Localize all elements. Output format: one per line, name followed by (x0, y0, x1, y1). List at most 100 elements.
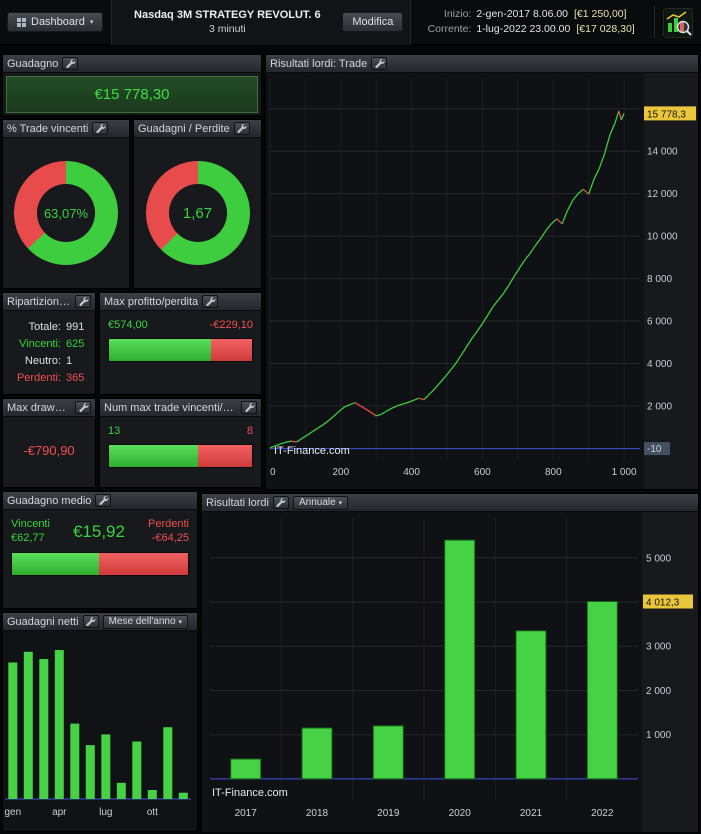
panel-ripartizione: Ripartizione ... Totale: 991 Vincenti: 625… (2, 292, 96, 395)
panel-risultati-lordi-trade: Risultati lordi: Trade 0 200 400 600 800 1 00… (265, 54, 699, 490)
svg-text:6 000: 6 000 (647, 317, 672, 328)
split-bar-green (109, 339, 212, 361)
wrench-icon[interactable] (371, 57, 388, 70)
max-consecutive-wins: 13 (108, 425, 121, 437)
wrench-icon[interactable] (92, 122, 109, 135)
avg-loss-value: -€64,25 (151, 532, 189, 544)
panel-guadagno: Guadagno €15 778,30 (2, 54, 262, 116)
donut-hole: 63,07% (37, 184, 95, 242)
strategy-title-col: Nasdaq 3M STRATEGY REVOLUT. 6 3 minuti (112, 8, 342, 36)
panel-title: Guadagni / Perdite (138, 122, 230, 135)
corrente-amount: [€17 028,30] (576, 23, 635, 35)
panel-risultati-lordi-annuale: Risultati lordi Annuale ▾ 2017 2018 2019 20… (201, 493, 699, 833)
svg-text:2021: 2021 (520, 808, 543, 819)
panel-equity-header: Risultati lordi: Trade (266, 55, 698, 73)
panel-title: Num max trade vincenti/p... (104, 401, 237, 414)
svg-text:2017: 2017 (235, 808, 258, 819)
split-bar-red (211, 339, 252, 361)
svg-text:ott: ott (147, 807, 158, 818)
strategy-timeframe: 3 minuti (208, 23, 246, 35)
dashboard-menu-button[interactable]: Dashboard ▾ (7, 12, 104, 32)
inizio-datetime: 2-gen-2017 8.06.00 (476, 8, 569, 20)
wrench-icon[interactable] (75, 295, 91, 308)
svg-text:600: 600 (474, 467, 491, 478)
svg-text:8 000: 8 000 (647, 274, 672, 285)
panel-annual-header: Risultati lordi Annuale ▾ (202, 494, 698, 512)
topbar: Dashboard ▾ Nasdaq 3M STRATEGY REVOLUT. … (0, 0, 701, 46)
wrench-icon[interactable] (272, 496, 289, 509)
svg-text:3 000: 3 000 (646, 642, 671, 653)
list-item: Totale: 991 (6, 319, 92, 336)
svg-text:IT-Finance.com: IT-Finance.com (212, 787, 288, 799)
wrench-icon[interactable] (82, 615, 99, 628)
panel-guadagni-perdite: Guadagni / Perdite 1,67 (133, 119, 262, 289)
win-rate-donut: 63,07% (14, 161, 118, 265)
max-consecutive-losses: 8 (246, 425, 253, 437)
row-label: Neutro: (24, 355, 61, 367)
equity-curve-chart[interactable]: 0 200 400 600 800 1 000 2 000 4 000 6 000 8 000 10… (266, 73, 698, 489)
panel-guadagno-header: Guadagno (3, 55, 261, 73)
panel-title: Guadagno medio (7, 494, 92, 507)
probacktest-chart-magnifier-icon[interactable] (663, 8, 693, 38)
split-bar-red (98, 553, 188, 575)
wrench-icon[interactable] (75, 401, 91, 414)
row-value: 1 (66, 355, 73, 367)
row-label: Vincenti: (19, 338, 61, 350)
avg-win-label: Vincenti (11, 518, 50, 530)
wrench-icon[interactable] (233, 122, 250, 135)
panel-pct-trade-vincenti: % Trade vincenti 63,07% (2, 119, 130, 289)
svg-text:lug: lug (99, 807, 112, 818)
row-label: Perdenti: (16, 372, 61, 384)
avg-win-block: Vincenti €62,77 (11, 517, 50, 545)
avg-win-value: €62,77 (11, 532, 45, 544)
row-label: Totale: (28, 321, 61, 333)
corrente-label: Corrente: (427, 23, 472, 35)
panel-ripartizione-header: Ripartizione ... (3, 293, 95, 311)
panel-ratio-header: Guadagni / Perdite (134, 120, 261, 138)
backtest-dashboard: Dashboard ▾ Nasdaq 3M STRATEGY REVOLUT. … (0, 0, 701, 834)
svg-text:1 000: 1 000 (612, 467, 637, 478)
win-rate-donut-wrap: 63,07% (3, 138, 129, 288)
svg-text:apr: apr (52, 807, 67, 818)
panel-pct-header: % Trade vincenti (3, 120, 129, 138)
monthly-net-gains-chart[interactable]: gen apr lug ott (3, 631, 197, 831)
annual-results-chart[interactable]: 2017 2018 2019 2020 2021 2022 1 000 2 000 3 000 5… (202, 512, 698, 832)
svg-text:400: 400 (403, 467, 420, 478)
dashboard-button-label: Dashboard (31, 16, 85, 28)
panel-nummax-header: Num max trade vincenti/p... (100, 399, 261, 417)
panel-title: Guadagni netti (7, 615, 79, 628)
win-rate-value: 63,07% (43, 205, 89, 221)
chevron-down-icon: ▾ (89, 19, 94, 26)
period-dropdown[interactable]: Mese dell'anno ▾ (102, 614, 189, 629)
svg-text:IT-Finance.com: IT-Finance.com (274, 445, 350, 457)
wrench-icon[interactable] (95, 494, 112, 507)
svg-text:2 000: 2 000 (647, 401, 672, 412)
strategy-title: Nasdaq 3M STRATEGY REVOLUT. 6 (134, 9, 321, 21)
donut-hole: 1,67 (168, 184, 227, 242)
panel-num-max-trade: Num max trade vincenti/p... 13 8 (99, 398, 262, 488)
panel-guadagni-netti: Guadagni netti Mese dell'anno ▾ gen apr lu… (2, 612, 198, 832)
svg-text:2018: 2018 (306, 808, 329, 819)
list-item: Neutro: 1 (6, 353, 92, 370)
svg-text:10 000: 10 000 (647, 232, 678, 243)
inizio-label: Inizio: (443, 8, 472, 20)
total-gain-box: €15 778,30 (6, 76, 258, 113)
avg-gain-value: €15,92 (72, 522, 125, 541)
wrench-icon[interactable] (62, 57, 79, 70)
svg-text:2 000: 2 000 (646, 686, 671, 697)
panel-title: Risultati lordi: Trade (270, 57, 368, 70)
wrench-icon[interactable] (241, 401, 257, 414)
panel-title: Ripartizione ... (7, 295, 71, 308)
panel-title: Risultati lordi (206, 496, 269, 509)
panel-title: % Trade vincenti (7, 122, 89, 135)
pl-ratio-value: 1,67 (182, 204, 213, 222)
svg-text:2022: 2022 (591, 808, 614, 819)
modifica-button[interactable]: Modifica (342, 12, 404, 32)
svg-text:15 778,3: 15 778,3 (647, 109, 686, 120)
dashboard-icon (17, 17, 26, 27)
svg-text:2020: 2020 (449, 808, 472, 819)
wrench-icon[interactable] (202, 295, 219, 308)
period-dropdown[interactable]: Annuale ▾ (292, 495, 349, 510)
svg-text:-10: -10 (647, 444, 662, 455)
svg-text:0: 0 (270, 467, 276, 478)
